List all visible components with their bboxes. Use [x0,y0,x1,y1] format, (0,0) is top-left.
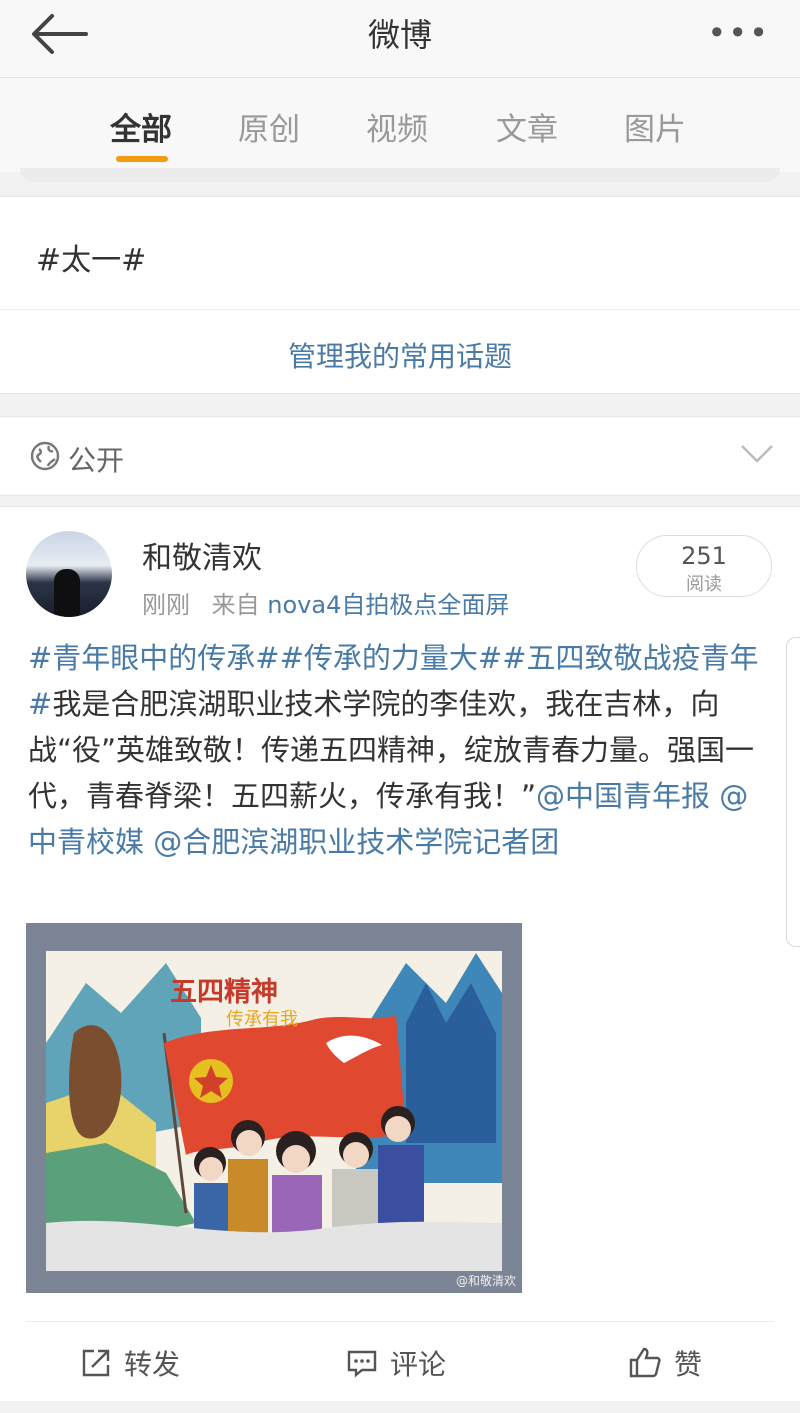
avatar-figure [54,569,80,617]
like-label: 赞 [674,1348,703,1381]
topic-item[interactable]: #太一# [36,235,146,279]
comment-icon [347,1350,377,1378]
top-bar: 微博 ••• [0,0,800,78]
read-count-label: 阅读 [686,574,722,595]
drawing-subtitle: 传承有我 [226,1009,298,1030]
like-button[interactable]: 赞 [628,1343,702,1383]
drawing-title: 五四精神 [170,977,278,1008]
repost-button[interactable]: 转发 [80,1343,180,1383]
post-image[interactable]: 五四精神 传承有我 @和敬清欢 [26,923,522,1293]
author-name[interactable]: 和敬清欢 [142,533,262,577]
tab-original[interactable]: 原创 [238,104,300,149]
globe-icon [30,441,60,471]
mention-link[interactable]: @中国青年报 [536,779,710,813]
post-meta: 刚刚 来自 nova4自拍极点全面屏 [142,585,509,620]
tab-panel-edge [20,168,780,182]
privacy-label: 公开 [68,444,125,477]
tab-all[interactable]: 全部 [110,104,172,149]
read-count: 251 [681,542,727,570]
image-watermark: @和敬清欢 [455,1274,516,1288]
chevron-down-icon[interactable] [740,443,774,465]
mention-link[interactable]: @合肥滨湖职业技术学院记者团 [153,825,559,859]
tab-article[interactable]: 文章 [496,104,558,149]
share-icon [82,1349,110,1377]
side-handle [786,637,800,947]
post-body: #青年眼中的传承##传承的力量大##五四致敬战疫青年#我是合肥滨湖职业技术学院的… [28,635,774,865]
read-count-badge: 251 阅读 [636,535,772,597]
source-prefix: 来自 [211,591,260,619]
avatar[interactable] [26,531,112,617]
more-options-button[interactable]: ••• [707,14,770,52]
divider [0,309,800,310]
active-tab-indicator [116,156,168,162]
topic-panel: #太一# 管理我的常用话题 [0,196,800,394]
page-title: 微博 [367,16,432,54]
post-time: 刚刚 [142,591,190,619]
comment-label: 评论 [390,1348,447,1381]
drawing-illustration: 五四精神 传承有我 [46,951,502,1271]
tab-image[interactable]: 图片 [624,104,686,149]
post-card: 和敬清欢 刚刚 来自 nova4自拍极点全面屏 251 阅读 #青年眼中的传承#… [0,506,800,1401]
divider [26,1321,774,1322]
comment-button[interactable]: 评论 [346,1343,446,1383]
device-source[interactable]: nova4自拍极点全面屏 [267,591,509,619]
repost-label: 转发 [124,1348,181,1381]
thumbs-up-icon [629,1347,661,1378]
privacy-selector[interactable]: 公开 [0,416,800,496]
tab-video[interactable]: 视频 [366,104,428,149]
manage-topics-link[interactable]: 管理我的常用话题 [0,335,800,375]
